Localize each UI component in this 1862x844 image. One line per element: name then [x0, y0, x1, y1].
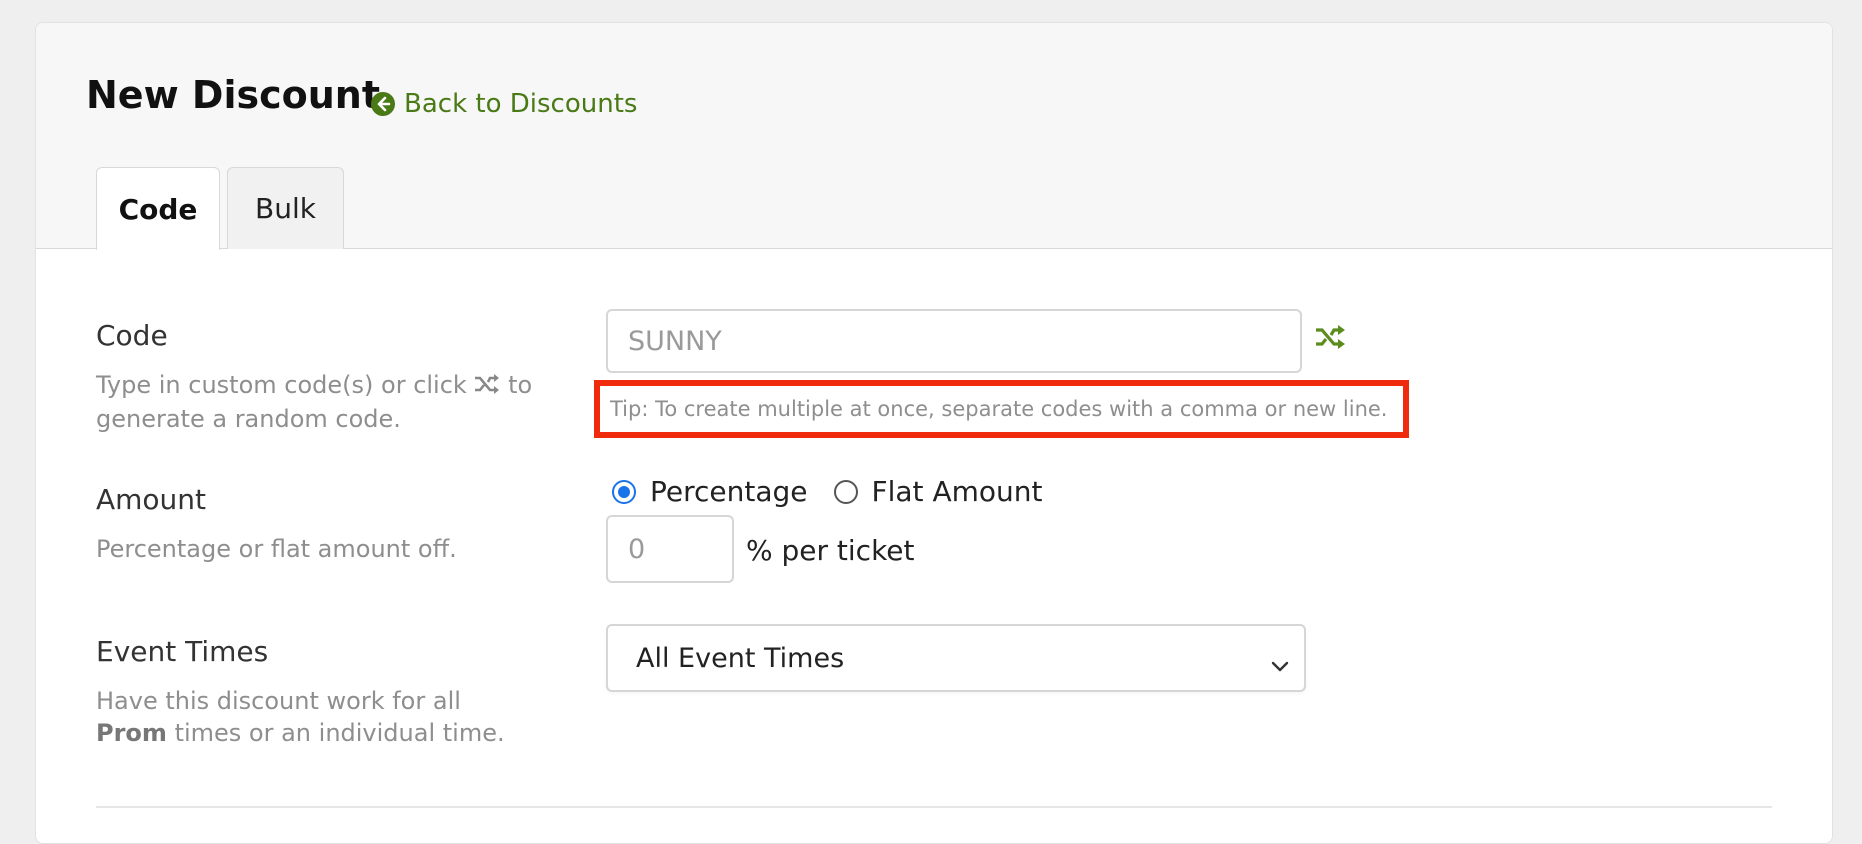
- event-times-select[interactable]: All Event Times: [606, 624, 1306, 692]
- amount-input[interactable]: [606, 515, 734, 583]
- shuffle-icon: [474, 371, 500, 403]
- event-times-description-after: times or an individual time.: [174, 719, 505, 747]
- tip-text: Tip: To create multiple at once, separat…: [610, 397, 1388, 421]
- tab-bulk-label: Bulk: [255, 192, 316, 225]
- radio-percentage-indicator[interactable]: [612, 479, 636, 504]
- code-description-before: Type in custom code(s) or click: [96, 371, 467, 399]
- card-header: New Discount Back to Discounts Code Bulk: [36, 23, 1832, 250]
- radio-flat-amount-indicator[interactable]: [833, 479, 858, 504]
- page-title: New Discount: [86, 73, 380, 117]
- event-name: Prom: [96, 719, 167, 747]
- tab-code[interactable]: Code: [96, 167, 220, 250]
- code-label: Code: [96, 319, 168, 352]
- event-times-selected: All Event Times: [636, 642, 845, 674]
- event-times-label: Event Times: [96, 635, 269, 668]
- radio-percentage-label: Percentage: [650, 475, 808, 508]
- discount-card: New Discount Back to Discounts Code Bulk…: [35, 22, 1833, 844]
- arrow-circle-left-icon: [370, 91, 396, 117]
- tab-bulk[interactable]: Bulk: [227, 167, 344, 249]
- event-times-description-before: Have this discount work for all: [96, 687, 461, 715]
- code-description: Type in custom code(s) or click to gener…: [96, 369, 536, 435]
- section-divider: [96, 806, 1772, 808]
- radio-percentage[interactable]: Percentage: [612, 475, 808, 508]
- amount-description: Percentage or flat amount off.: [96, 535, 457, 563]
- tip-highlight: Tip: To create multiple at once, separat…: [594, 380, 1409, 438]
- generate-random-code-button[interactable]: [1314, 323, 1346, 355]
- back-link-label: Back to Discounts: [404, 89, 638, 119]
- tab-code-label: Code: [118, 192, 198, 226]
- back-to-discounts-link[interactable]: Back to Discounts: [370, 89, 637, 119]
- radio-flat-amount-label: Flat Amount: [871, 475, 1043, 508]
- shuffle-icon: [1314, 325, 1346, 355]
- amount-type-radio-group: Percentage Flat Amount: [612, 475, 1042, 508]
- code-input[interactable]: [606, 309, 1302, 373]
- chevron-down-icon: [1270, 650, 1290, 681]
- amount-unit-label: % per ticket: [746, 534, 915, 567]
- event-times-description: Have this discount work for all Prom tim…: [96, 685, 536, 749]
- amount-label: Amount: [96, 483, 207, 516]
- radio-flat-amount[interactable]: Flat Amount: [833, 475, 1043, 508]
